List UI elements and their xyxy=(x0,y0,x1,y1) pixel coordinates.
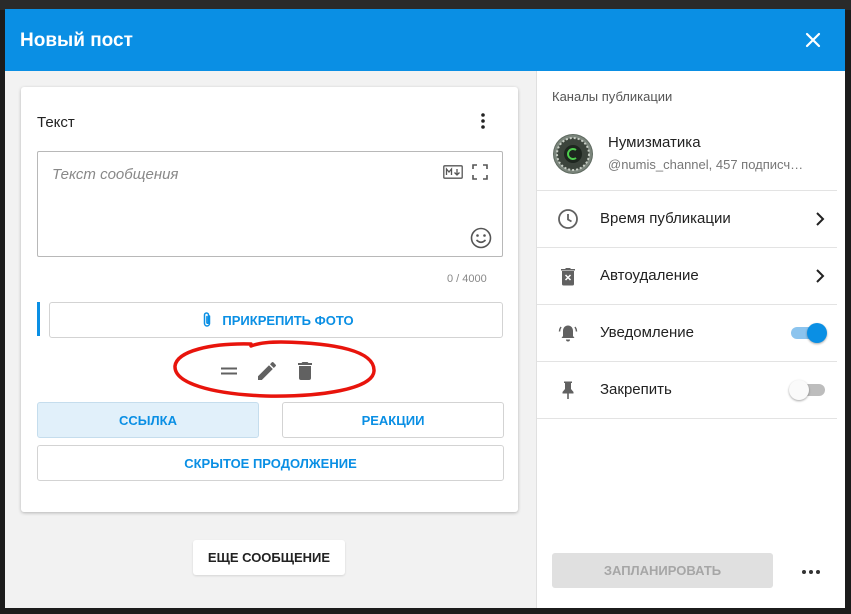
autodelete-label: Автоудаление xyxy=(600,267,699,284)
trash-icon[interactable] xyxy=(293,359,317,383)
attach-photo-button[interactable]: ПРИКРЕПИТЬ ФОТО xyxy=(49,302,503,338)
block-tools xyxy=(217,357,327,385)
notification-row[interactable]: Уведомление xyxy=(537,304,837,361)
emoji-icon[interactable] xyxy=(470,227,492,249)
new-post-dialog: Новый пост Текст Текст сообщения 0 / 400… xyxy=(5,9,845,608)
text-block-label: Текст xyxy=(37,114,75,131)
hidden-continuation-label: СКРЫТОЕ ПРОДОЛЖЕНИЕ xyxy=(184,455,357,471)
editor-pane: Текст Текст сообщения 0 / 4000 ПРИКРЕПИТ… xyxy=(5,71,536,608)
edit-pencil-icon[interactable] xyxy=(255,359,279,383)
dialog-title: Новый пост xyxy=(20,30,133,51)
pin-icon xyxy=(562,381,574,399)
link-button[interactable]: ССЫЛКА xyxy=(37,402,259,438)
reactions-button[interactable]: РЕАКЦИИ xyxy=(282,402,504,438)
clock-icon xyxy=(558,209,578,229)
char-counter: 0 / 4000 xyxy=(447,273,487,285)
publish-time-row[interactable]: Время публикации xyxy=(537,190,837,247)
fullscreen-icon[interactable] xyxy=(472,164,488,180)
drag-handle-icon[interactable] xyxy=(217,359,241,383)
add-message-button[interactable]: ЕЩЕ СООБЩЕНИЕ xyxy=(193,540,345,575)
pin-label: Закрепить xyxy=(600,381,672,398)
pin-toggle[interactable] xyxy=(789,380,827,400)
publish-time-label: Время публикации xyxy=(600,210,731,227)
autodelete-row[interactable]: Автоудаление xyxy=(537,247,837,304)
link-label: ССЫЛКА xyxy=(119,412,177,428)
schedule-label: ЗАПЛАНИРОВАТЬ xyxy=(603,563,722,578)
message-textarea[interactable]: Текст сообщения xyxy=(37,151,503,257)
settings-divider xyxy=(537,418,837,419)
schedule-button[interactable]: ЗАПЛАНИРОВАТЬ xyxy=(552,553,773,588)
channel-item[interactable]: Нумизматика @numis_channel, 457 подписчи… xyxy=(537,123,837,189)
chevron-right-icon xyxy=(816,269,825,283)
attach-focus-bar xyxy=(37,302,40,336)
chevron-right-icon xyxy=(816,212,825,226)
add-message-label: ЕЩЕ СООБЩЕНИЕ xyxy=(207,550,331,565)
channels-section-title: Каналы публикации xyxy=(552,89,673,104)
paperclip-icon xyxy=(204,312,211,327)
publish-settings-pane: Каналы публикации Нумизматика @numis_cha… xyxy=(536,71,845,608)
bell-ring-icon xyxy=(558,325,578,342)
close-icon[interactable] xyxy=(801,28,825,52)
channel-avatar xyxy=(553,134,593,174)
markdown-icon[interactable] xyxy=(443,165,463,179)
timed-delete-icon xyxy=(561,268,575,286)
more-vert-icon[interactable] xyxy=(473,111,493,131)
channel-name: Нумизматика xyxy=(608,134,701,151)
reactions-label: РЕАКЦИИ xyxy=(361,412,425,428)
hidden-continuation-button[interactable]: СКРЫТОЕ ПРОДОЛЖЕНИЕ xyxy=(37,445,504,481)
notification-label: Уведомление xyxy=(600,324,695,341)
text-block-card: Текст Текст сообщения 0 / 4000 ПРИКРЕПИТ… xyxy=(21,87,518,512)
attach-photo-label: ПРИКРЕПИТЬ ФОТО xyxy=(222,312,354,328)
channel-subtitle: @numis_channel, 457 подписчиков xyxy=(608,157,804,172)
more-horiz-icon[interactable] xyxy=(799,560,823,584)
notification-toggle[interactable] xyxy=(791,323,827,343)
pin-row[interactable]: Закрепить xyxy=(537,361,837,418)
dialog-header: Новый пост xyxy=(5,9,845,71)
message-placeholder: Текст сообщения xyxy=(52,166,179,183)
